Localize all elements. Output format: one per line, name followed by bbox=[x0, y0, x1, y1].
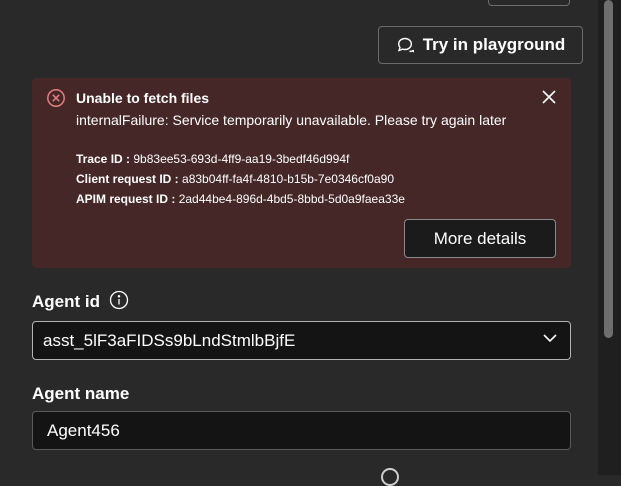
agent-id-value: asst_5lF3aFIDSs9bLndStmlbBjfE bbox=[43, 330, 296, 350]
apim-request-id-label: APIM request ID : bbox=[76, 192, 176, 206]
error-message-bar: Unable to fetch files internalFailure: S… bbox=[32, 78, 571, 268]
client-request-id-label: Client request ID : bbox=[76, 172, 179, 186]
agent-name-label: Agent name bbox=[32, 384, 130, 403]
agent-name-input[interactable] bbox=[33, 419, 570, 442]
try-in-playground-button[interactable]: Try in playground bbox=[378, 26, 583, 64]
client-request-id-value: a83b04ff-fa4f-4810-b15b-7e0346cf0a90 bbox=[182, 172, 394, 186]
trace-id-line: Trace ID : 9b83ee53-693d-4ff9-aa19-3bedf… bbox=[76, 152, 349, 166]
playground-label: Try in playground bbox=[422, 35, 566, 54]
trace-id-value: 9b83ee53-693d-4ff9-aa19-3bedf46d994f bbox=[133, 152, 350, 166]
section-heading-partial bbox=[30, 0, 90, 2]
client-request-id-line: Client request ID : a83b04ff-fa4f-4810-b… bbox=[76, 172, 394, 186]
info-icon-partial[interactable] bbox=[381, 468, 399, 486]
error-title: Unable to fetch files bbox=[76, 90, 210, 106]
apim-request-id-value: 2ad44be4-896d-4bd5-8bbd-5d0a9faea33e bbox=[178, 192, 405, 206]
chevron-down-icon bbox=[542, 330, 558, 351]
agent-id-label: Agent id bbox=[32, 292, 100, 311]
top-button-partial[interactable] bbox=[488, 0, 570, 6]
agent-name-field[interactable] bbox=[32, 411, 571, 450]
apim-request-id-line: APIM request ID : 2ad44be4-896d-4bd5-8bb… bbox=[76, 192, 405, 206]
trace-id-label: Trace ID : bbox=[76, 152, 131, 166]
agent-id-dropdown[interactable]: asst_5lF3aFIDSs9bLndStmlbBjfE bbox=[32, 321, 571, 360]
close-icon[interactable] bbox=[540, 88, 558, 106]
error-message: internalFailure: Service temporarily una… bbox=[76, 112, 507, 128]
info-icon[interactable] bbox=[109, 290, 129, 310]
chat-icon bbox=[396, 36, 414, 54]
error-circle-icon bbox=[46, 88, 66, 108]
scrollbar-thumb[interactable] bbox=[604, 0, 613, 338]
more-details-button[interactable]: More details bbox=[404, 219, 556, 258]
